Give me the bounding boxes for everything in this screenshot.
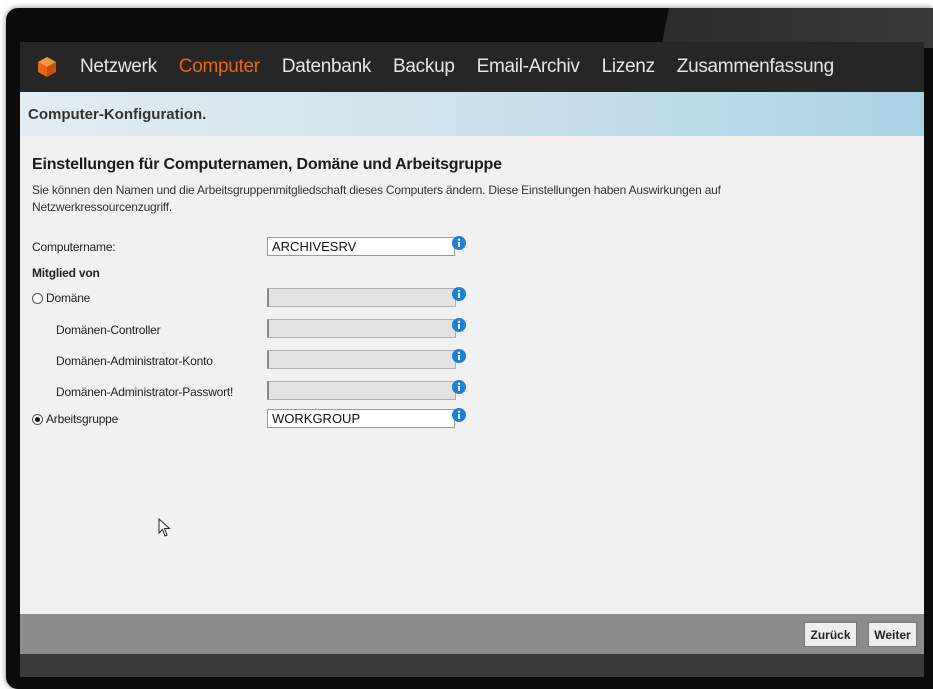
member-of-label: Mitglied von [32, 266, 100, 280]
workgroup-label: Arbeitsgruppe [46, 412, 119, 426]
monitor-bezel: Netzwerk Computer Datenbank Backup Email… [6, 8, 933, 689]
workgroup-input[interactable]: WORKGROUP [267, 409, 455, 428]
domain-controller-input [267, 319, 456, 338]
workgroup-info-icon[interactable] [452, 408, 466, 422]
next-button[interactable]: Weiter [868, 622, 917, 647]
top-navigation: Netzwerk Computer Datenbank Backup Email… [20, 42, 924, 92]
main-content: Einstellungen für Computernamen, Domäne … [20, 136, 924, 614]
back-button[interactable]: Zurück [804, 622, 857, 647]
app-screen: Netzwerk Computer Datenbank Backup Email… [20, 42, 924, 677]
tab-lizenz[interactable]: Lizenz [602, 56, 655, 78]
domain-password-label: Domänen-Administrator-Passwort! [56, 385, 234, 399]
computername-input[interactable]: ARCHIVESRV [267, 237, 455, 256]
domain-controller-info-icon[interactable] [452, 318, 466, 332]
footer-bar: Zurück Weiter [20, 614, 924, 654]
section-description: Sie können den Namen und die Arbeitsgrup… [32, 183, 721, 214]
tab-computer[interactable]: Computer [179, 56, 260, 78]
page-header: Computer-Konfiguration. [20, 92, 924, 136]
workgroup-radio[interactable] [32, 413, 43, 425]
cube-logo-icon [38, 57, 56, 77]
mouse-pointer-icon [158, 518, 171, 537]
tab-datenbank[interactable]: Datenbank [282, 56, 372, 78]
workgroup-radio-row[interactable]: Arbeitsgruppe [32, 412, 118, 426]
domain-input [267, 288, 456, 307]
domain-admin-label: Domänen-Administrator-Konto [56, 354, 213, 368]
tab-backup[interactable]: Backup [393, 56, 455, 78]
computername-label: Computername: [32, 240, 116, 254]
page-title: Computer-Konfiguration. [28, 105, 207, 123]
domain-password-input [267, 381, 456, 400]
tab-zusammenfassung[interactable]: Zusammenfassung [677, 56, 834, 78]
tab-email-archiv[interactable]: Email-Archiv [477, 56, 580, 78]
computername-info-icon[interactable] [452, 236, 466, 250]
domain-password-info-icon[interactable] [452, 380, 466, 394]
section-title: Einstellungen für Computernamen, Domäne … [32, 156, 502, 173]
tab-netzwerk[interactable]: Netzwerk [80, 56, 157, 78]
domain-admin-input [267, 350, 456, 369]
domain-radio-row[interactable]: Domäne [32, 291, 90, 305]
domain-label: Domäne [46, 291, 91, 305]
domain-controller-label: Domänen-Controller [56, 323, 161, 337]
domain-radio[interactable] [32, 292, 43, 304]
bottom-strip [20, 654, 924, 677]
domain-info-icon[interactable] [452, 287, 466, 301]
domain-admin-info-icon[interactable] [452, 349, 466, 363]
